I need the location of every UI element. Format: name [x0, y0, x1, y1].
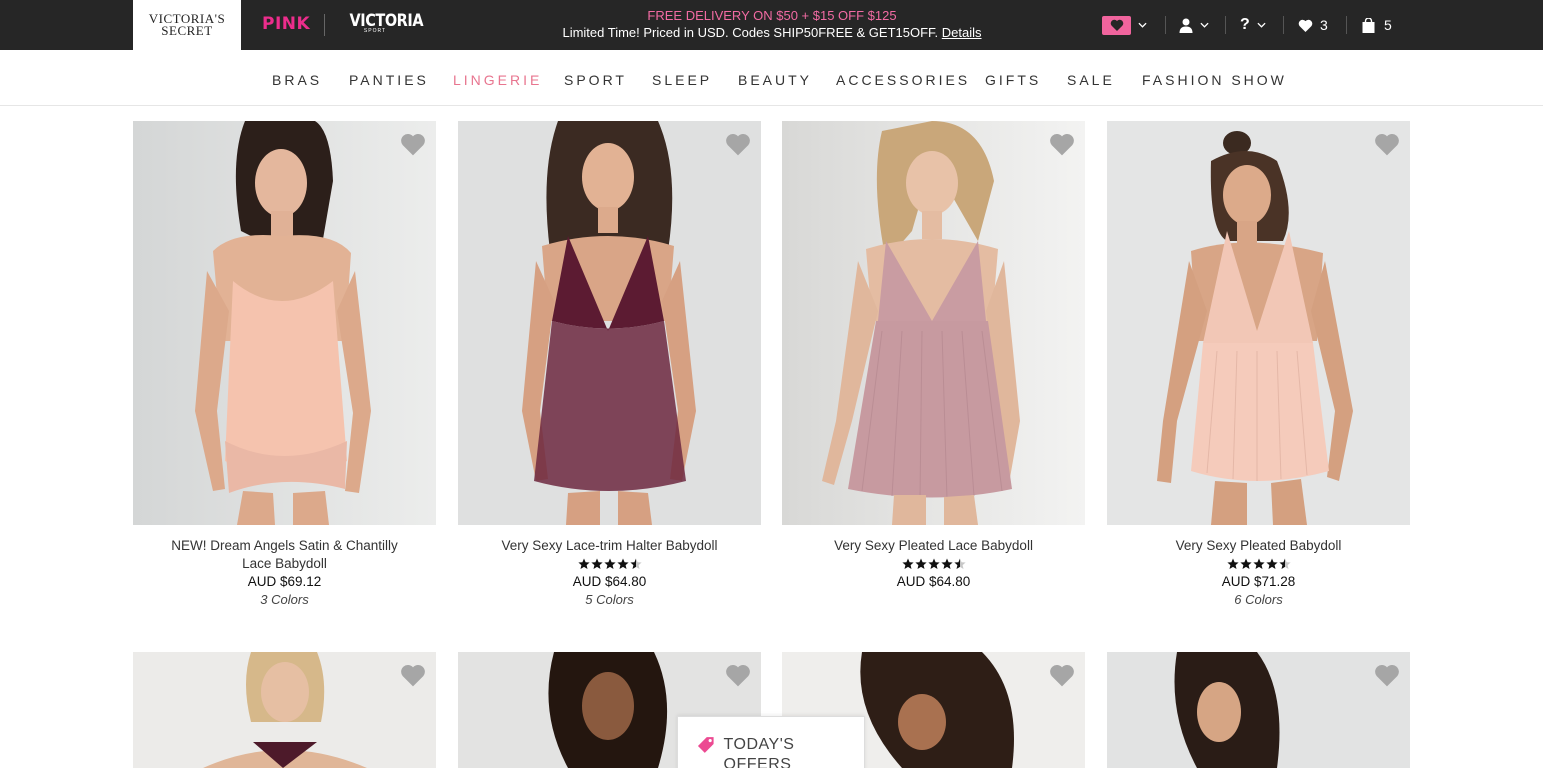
favorite-heart-icon[interactable] [1049, 662, 1075, 688]
todays-offers-tab[interactable]: TODAY'S OFFERS [677, 716, 865, 768]
wishlist-count: 3 [1320, 17, 1328, 33]
star-icon [901, 558, 914, 569]
product-card[interactable]: Very Sexy Lace-trim Halter Babydoll AUD … [458, 121, 761, 621]
victorias-secret-logo[interactable]: VICTORIA'S SECRET [133, 0, 241, 50]
product-price: AUD $69.12 [247, 574, 322, 589]
promo-details-link[interactable]: Details [942, 25, 982, 40]
favorite-heart-icon[interactable] [1374, 662, 1400, 688]
todays-offers-label: TODAY'S OFFERS [723, 736, 795, 768]
chevron-down-icon [1138, 22, 1147, 28]
favorite-heart-icon[interactable] [1374, 131, 1400, 157]
product-card[interactable] [1107, 652, 1410, 768]
nav-item-gifts[interactable]: GIFTS [985, 72, 1041, 88]
top-bar: VICTORIA'S SECRET PINK VICTORIA SPORT FR… [0, 0, 1543, 50]
user-icon [1179, 18, 1193, 33]
product-name[interactable]: Very Sexy Pleated Babydoll [1107, 537, 1410, 555]
promo-headline: FREE DELIVERY ON $50 + $15 OFF $125 [647, 8, 897, 23]
star-icon [616, 558, 629, 569]
nav-item-sale[interactable]: SALE [1067, 72, 1115, 88]
product-price: AUD $64.80 [572, 574, 647, 589]
favorite-heart-icon[interactable] [725, 662, 751, 688]
product-price: AUD $64.80 [896, 574, 971, 589]
product-name-line1: Very Sexy Lace-trim Halter Babydoll [501, 538, 718, 553]
star-icon [1226, 558, 1239, 569]
nav-item-accessories[interactable]: ACCESSORIES [836, 72, 970, 88]
nav-item-beauty[interactable]: BEAUTY [738, 72, 812, 88]
star-icon [927, 558, 940, 569]
star-icon [1265, 558, 1278, 569]
sport-logo-main: VICTORIA [349, 11, 424, 31]
product-name-line1: Very Sexy Pleated Babydoll [1175, 538, 1342, 553]
star-icon [940, 558, 953, 569]
logo-line2: SECRET [161, 23, 213, 38]
star-icon [629, 558, 642, 569]
account-menu[interactable] [1179, 0, 1209, 50]
star-icon [590, 558, 603, 569]
wishlist-button[interactable]: 3 [1298, 0, 1328, 50]
main-navigation: BRAS PANTIES LINGERIE SPORT SLEEP BEAUTY… [0, 50, 1543, 106]
toolbar-divider [1165, 16, 1166, 34]
product-card[interactable] [133, 652, 436, 768]
chevron-down-icon [1200, 22, 1209, 28]
promo-subline: Limited Time! Priced in USD. Codes SHIP5… [500, 24, 1044, 41]
product-name[interactable]: Very Sexy Pleated Lace Babydoll [782, 537, 1085, 555]
product-name[interactable]: Very Sexy Lace-trim Halter Babydoll [458, 537, 761, 555]
favorite-heart-icon[interactable] [400, 662, 426, 688]
pink-logo[interactable]: PINK [262, 14, 310, 34]
heart-badge-icon [1102, 15, 1131, 35]
product-name[interactable]: NEW! Dream Angels Satin & Chantilly Lace… [133, 537, 436, 573]
favorite-heart-icon[interactable] [400, 131, 426, 157]
favorite-heart-icon[interactable] [1049, 131, 1075, 157]
toolbar-divider [1225, 16, 1226, 34]
product-colors[interactable]: 3 Colors [133, 591, 436, 609]
chevron-down-icon [1257, 22, 1266, 28]
star-icon [1239, 558, 1252, 569]
product-image[interactable] [1107, 121, 1410, 525]
product-image[interactable] [1107, 652, 1410, 768]
help-icon: ? [1240, 16, 1250, 33]
star-icon [1252, 558, 1265, 569]
nav-item-panties[interactable]: PANTIES [349, 72, 429, 88]
nav-item-fashion-show[interactable]: FASHION SHOW [1142, 72, 1287, 88]
nav-item-sport[interactable]: SPORT [564, 72, 627, 88]
product-card[interactable]: Very Sexy Pleated Lace Babydoll AUD $64.… [782, 121, 1085, 621]
favorite-heart-icon[interactable] [725, 131, 751, 157]
star-icon [914, 558, 927, 569]
promo-subline-text: Limited Time! Priced in USD. Codes SHIP5… [562, 25, 939, 40]
star-icon [603, 558, 616, 569]
product-colors[interactable]: 6 Colors [1107, 591, 1410, 609]
brand-divider [324, 14, 325, 36]
heart-icon [1298, 19, 1313, 32]
help-menu[interactable]: ? [1240, 0, 1266, 50]
star-icon [953, 558, 966, 569]
promo-banner: FREE DELIVERY ON $50 + $15 OFF $125 Limi… [500, 7, 1044, 41]
star-rating[interactable] [458, 555, 761, 573]
product-card[interactable]: Very Sexy Pleated Babydoll AUD $71.28 6 … [1107, 121, 1410, 621]
product-image[interactable] [782, 121, 1085, 525]
product-name-line1: NEW! Dream Angels Satin & Chantilly [171, 538, 398, 553]
product-image[interactable] [133, 652, 436, 768]
shopping-bag-button[interactable]: 5 [1362, 0, 1392, 50]
star-icon [577, 558, 590, 569]
product-card[interactable]: NEW! Dream Angels Satin & Chantilly Lace… [133, 121, 436, 621]
bag-count: 5 [1384, 17, 1392, 33]
tag-icon [697, 737, 714, 753]
product-price: AUD $71.28 [1221, 574, 1296, 589]
nav-item-bras[interactable]: BRAS [272, 72, 322, 88]
product-name-line2: Lace Babydoll [242, 556, 327, 571]
star-rating[interactable] [1107, 555, 1410, 573]
nav-item-sleep[interactable]: SLEEP [652, 72, 712, 88]
product-colors[interactable]: 5 Colors [458, 591, 761, 609]
victoria-sport-logo[interactable]: VICTORIA SPORT [345, 11, 424, 39]
toolbar-divider [1346, 16, 1347, 34]
star-icon [1278, 558, 1291, 569]
shopping-bag-icon [1362, 17, 1375, 33]
nav-item-lingerie[interactable]: LINGERIE [453, 72, 542, 88]
product-image[interactable] [133, 121, 436, 525]
product-name-line1: Very Sexy Pleated Lace Babydoll [834, 538, 1033, 553]
toolbar-divider [1283, 16, 1284, 34]
star-rating[interactable] [782, 555, 1085, 573]
love-menu[interactable] [1102, 0, 1147, 50]
product-image[interactable] [458, 121, 761, 525]
